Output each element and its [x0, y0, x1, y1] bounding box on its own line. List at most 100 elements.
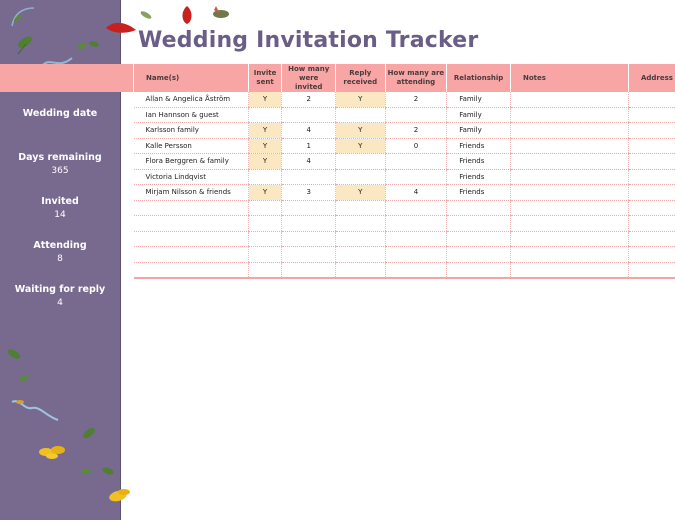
cell-address[interactable] [627, 92, 675, 108]
cell-invite-sent[interactable] [247, 262, 282, 279]
cell-how-many-invited[interactable] [281, 246, 336, 263]
cell-reply-received[interactable] [334, 153, 386, 170]
cell-notes[interactable] [509, 262, 629, 279]
cell-invite-sent[interactable] [247, 215, 282, 232]
cell-name[interactable]: Mirjam Nilsson & friends [133, 184, 249, 201]
cell-address[interactable] [627, 107, 675, 123]
cell-relationship[interactable]: Family [446, 92, 511, 108]
col-header-reply-received[interactable]: Reply received [334, 64, 386, 92]
cell-name[interactable]: Flora Berggren & family [133, 153, 249, 170]
cell-relationship[interactable]: Friends [446, 169, 511, 185]
cell-address[interactable] [627, 153, 675, 170]
cell-address[interactable] [627, 231, 675, 247]
cell-notes[interactable] [509, 153, 629, 170]
cell-how-many-attending[interactable] [384, 231, 447, 247]
cell-invite-sent[interactable] [247, 200, 282, 216]
cell-address[interactable] [627, 262, 675, 279]
col-header-invite-sent[interactable]: Invite sent [247, 64, 282, 92]
cell-relationship[interactable] [446, 262, 511, 279]
cell-name[interactable] [133, 231, 249, 247]
col-header-relationship[interactable]: Relationship [446, 64, 511, 92]
cell-address[interactable] [627, 184, 675, 201]
cell-relationship[interactable] [446, 246, 511, 263]
cell-relationship[interactable] [446, 200, 511, 216]
cell-notes[interactable] [509, 122, 629, 139]
cell-invite-sent[interactable] [247, 231, 282, 247]
cell-notes[interactable] [509, 200, 629, 216]
cell-relationship[interactable] [446, 215, 511, 232]
cell-notes[interactable] [509, 215, 629, 232]
cell-notes[interactable] [509, 138, 629, 154]
cell-how-many-invited[interactable] [281, 107, 336, 123]
col-header-notes[interactable]: Notes [509, 64, 629, 92]
cell-how-many-invited[interactable] [281, 169, 336, 185]
cell-relationship[interactable]: Friends [446, 138, 511, 154]
cell-invite-sent[interactable] [247, 169, 282, 185]
cell-address[interactable] [627, 200, 675, 216]
cell-notes[interactable] [509, 107, 629, 123]
cell-how-many-attending[interactable] [384, 153, 447, 170]
cell-name[interactable] [133, 200, 249, 216]
cell-address[interactable] [627, 215, 675, 232]
cell-how-many-attending[interactable]: 2 [384, 122, 447, 139]
cell-name[interactable] [133, 215, 249, 232]
cell-relationship[interactable]: Family [446, 122, 511, 139]
cell-how-many-attending[interactable]: 4 [384, 184, 447, 201]
cell-reply-received[interactable] [334, 231, 386, 247]
cell-relationship[interactable] [446, 231, 511, 247]
cell-reply-received[interactable] [334, 169, 386, 185]
cell-reply-received[interactable]: Y [334, 184, 386, 201]
cell-how-many-invited[interactable] [281, 262, 336, 279]
cell-how-many-invited[interactable]: 4 [281, 153, 336, 170]
cell-how-many-attending[interactable] [384, 246, 447, 263]
cell-how-many-attending[interactable] [384, 200, 447, 216]
cell-how-many-invited[interactable]: 3 [281, 184, 336, 201]
cell-relationship[interactable]: Friends [446, 184, 511, 201]
col-header-how-many-attending[interactable]: How many are attending [384, 64, 447, 92]
cell-name[interactable] [133, 262, 249, 279]
cell-reply-received[interactable] [334, 262, 386, 279]
col-header-address[interactable]: Address [627, 64, 675, 92]
cell-address[interactable] [627, 138, 675, 154]
cell-invite-sent[interactable]: Y [247, 122, 282, 139]
cell-name[interactable] [133, 246, 249, 263]
cell-how-many-attending[interactable] [384, 262, 447, 279]
cell-how-many-attending[interactable] [384, 169, 447, 185]
cell-invite-sent[interactable]: Y [247, 153, 282, 170]
cell-name[interactable]: Kalle Persson [133, 138, 249, 154]
col-header-how-many-invited[interactable]: How many were invited [281, 64, 336, 92]
cell-address[interactable] [627, 122, 675, 139]
cell-how-many-invited[interactable]: 2 [281, 92, 336, 108]
cell-notes[interactable] [509, 92, 629, 108]
cell-name[interactable]: Karlsson family [133, 122, 249, 139]
col-header-name[interactable]: Name(s) [133, 64, 249, 92]
cell-how-many-attending[interactable]: 0 [384, 138, 447, 154]
cell-invite-sent[interactable] [247, 107, 282, 123]
cell-how-many-attending[interactable]: 2 [384, 92, 447, 108]
cell-how-many-attending[interactable] [384, 107, 447, 123]
cell-notes[interactable] [509, 231, 629, 247]
cell-invite-sent[interactable] [247, 246, 282, 263]
cell-address[interactable] [627, 246, 675, 263]
cell-reply-received[interactable]: Y [334, 122, 386, 139]
cell-reply-received[interactable] [334, 246, 386, 263]
cell-how-many-invited[interactable] [281, 231, 336, 247]
cell-name[interactable]: Ian Hannson & guest [133, 107, 249, 123]
cell-reply-received[interactable]: Y [334, 138, 386, 154]
cell-reply-received[interactable] [334, 200, 386, 216]
cell-name[interactable]: Victoria Lindqvist [133, 169, 249, 185]
cell-how-many-invited[interactable] [281, 200, 336, 216]
cell-invite-sent[interactable]: Y [247, 184, 282, 201]
cell-how-many-invited[interactable]: 1 [281, 138, 336, 154]
cell-reply-received[interactable]: Y [334, 92, 386, 108]
cell-reply-received[interactable] [334, 215, 386, 232]
cell-how-many-invited[interactable] [281, 215, 336, 232]
cell-how-many-invited[interactable]: 4 [281, 122, 336, 139]
cell-reply-received[interactable] [334, 107, 386, 123]
cell-address[interactable] [627, 169, 675, 185]
cell-relationship[interactable]: Friends [446, 153, 511, 170]
cell-name[interactable]: Allan & Angelica Åström [133, 92, 249, 108]
cell-how-many-attending[interactable] [384, 215, 447, 232]
cell-notes[interactable] [509, 184, 629, 201]
cell-relationship[interactable]: Family [446, 107, 511, 123]
